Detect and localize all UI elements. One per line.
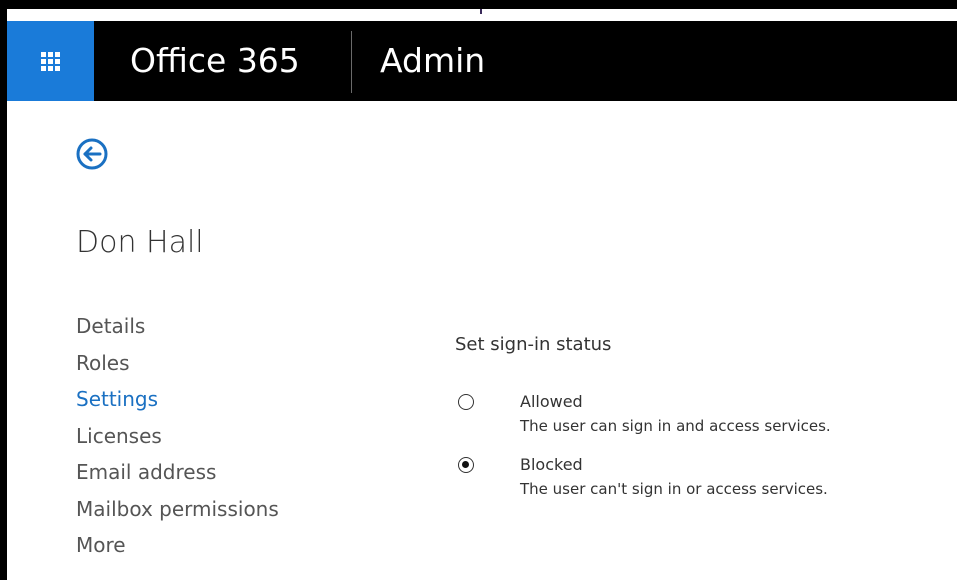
back-button[interactable]	[74, 136, 110, 172]
nav-item-more[interactable]: More	[76, 529, 279, 566]
nav-item-roles[interactable]: Roles	[76, 347, 279, 384]
top-navigation-bar: Office 365 Admin	[7, 21, 957, 101]
signin-option-allowed[interactable]: Allowed The user can sign in and access …	[458, 392, 831, 440]
app-launcher-icon	[41, 51, 60, 71]
page-title: Don Hall	[76, 225, 204, 260]
allowed-description: The user can sign in and access services…	[520, 417, 831, 435]
brand-title[interactable]: Office 365	[130, 21, 300, 101]
signin-option-blocked[interactable]: Blocked The user can't sign in or access…	[458, 455, 828, 503]
allowed-label: Allowed	[520, 392, 583, 411]
blocked-label: Blocked	[520, 455, 583, 474]
divider-mark	[480, 9, 482, 14]
app-launcher-button[interactable]	[7, 21, 94, 101]
allowed-radio[interactable]	[458, 394, 474, 410]
nav-item-settings[interactable]: Settings	[76, 383, 279, 420]
user-settings-nav: Details Roles Settings Licenses Email ad…	[76, 310, 279, 566]
signin-status-heading: Set sign-in status	[455, 334, 612, 355]
nav-item-email-address[interactable]: Email address	[76, 456, 279, 493]
nav-item-details[interactable]: Details	[76, 310, 279, 347]
header-divider	[351, 31, 352, 93]
nav-item-licenses[interactable]: Licenses	[76, 420, 279, 457]
blocked-description: The user can't sign in or access service…	[520, 480, 828, 498]
blocked-radio[interactable]	[458, 457, 474, 473]
back-arrow-icon	[76, 138, 108, 170]
app-title[interactable]: Admin	[380, 21, 485, 101]
nav-item-mailbox-permissions[interactable]: Mailbox permissions	[76, 493, 279, 530]
